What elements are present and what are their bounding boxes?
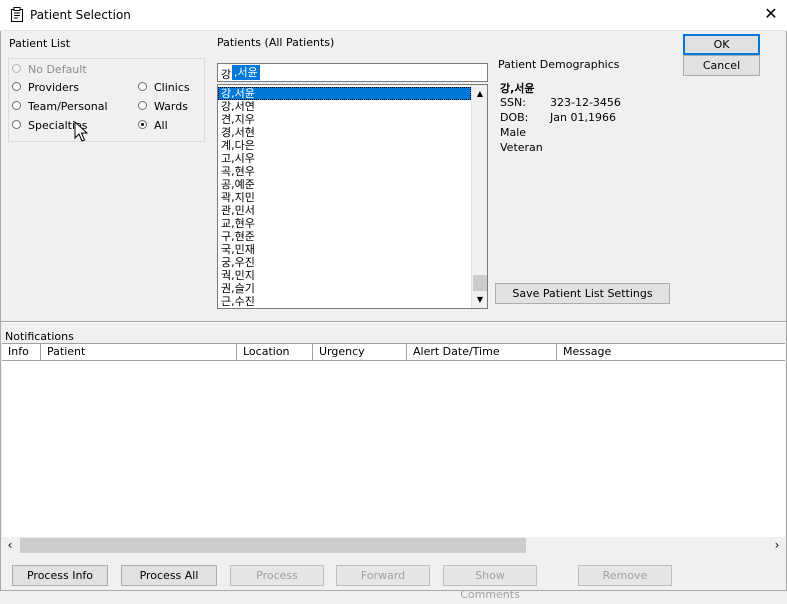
radio-circle[interactable]: [138, 101, 147, 110]
radio-circle[interactable]: [12, 82, 21, 91]
patient-list-item[interactable]: 곽,지민: [218, 191, 471, 204]
patient-name: 강,서윤: [500, 82, 535, 95]
radio-wards[interactable]: [138, 101, 147, 110]
remove-button[interactable]: Remove: [578, 565, 672, 586]
dob-label: DOB:: [500, 111, 529, 124]
column-header-location[interactable]: Location: [237, 344, 313, 361]
notifications-label: Notifications: [5, 330, 74, 343]
patient-list-item[interactable]: 관,민서: [218, 204, 471, 217]
radio-circle: [12, 64, 21, 73]
patient-list-items: 강,서윤 강,서연 견,지우 경,서현 계,다은 고,시우 곡,현우 공,예준 곽,지민 관,민서…: [218, 87, 471, 308]
save-patient-list-settings-button[interactable]: Save Patient List Settings: [495, 283, 670, 304]
radio-wards-label[interactable]: Wards: [154, 100, 188, 113]
column-header-message[interactable]: Message: [557, 344, 785, 361]
radio-no-default-label: No Default: [28, 63, 87, 76]
radio-all-label[interactable]: All: [154, 119, 168, 132]
radio-circle[interactable]: [12, 101, 21, 110]
scroll-up-icon[interactable]: ▲: [472, 85, 487, 102]
show-comments-button[interactable]: Show Comments: [443, 565, 537, 601]
ok-button[interactable]: OK: [683, 34, 760, 55]
patient-list-item[interactable]: 국,민재: [218, 243, 471, 256]
process-all-button[interactable]: Process All: [121, 565, 217, 586]
patient-list-item[interactable]: 강,서연: [218, 100, 471, 113]
sex-value: Male: [500, 126, 527, 139]
patients-label: Patients (All Patients): [217, 36, 335, 49]
patient-list-item[interactable]: 공,예준: [218, 178, 471, 191]
ssn-label: SSN:: [500, 96, 526, 109]
notifications-hscrollbar[interactable]: ‹ ›: [2, 537, 785, 554]
patient-selection-app-icon: [11, 7, 23, 22]
radio-all[interactable]: [138, 120, 147, 129]
process-button[interactable]: Process: [230, 565, 324, 586]
scroll-thumb[interactable]: [473, 275, 487, 291]
radio-no-default: [12, 64, 21, 73]
column-header-alert-date-time[interactable]: Alert Date/Time: [407, 344, 557, 361]
forward-button[interactable]: Forward: [336, 565, 430, 586]
window-title: Patient Selection: [30, 8, 131, 22]
column-header-info[interactable]: Info: [2, 344, 41, 361]
ssn-value: 323-12-3456: [550, 96, 621, 109]
patient-list-item[interactable]: 경,서현: [218, 126, 471, 139]
patient-list-item[interactable]: 계,다은: [218, 139, 471, 152]
radio-clinics[interactable]: [138, 82, 147, 91]
patient-list-item[interactable]: 강,서윤: [218, 87, 471, 100]
search-typed-text: 강: [221, 68, 232, 81]
radio-specialties[interactable]: [12, 120, 21, 129]
scroll-left-icon[interactable]: ‹: [2, 537, 18, 554]
demographics-title: Patient Demographics: [498, 58, 620, 71]
close-icon[interactable]: ✕: [762, 5, 780, 23]
search-autocomplete-selection: ,서윤: [232, 65, 260, 80]
radio-circle-checked[interactable]: [138, 120, 147, 129]
patient-list-item[interactable]: 궉,민지: [218, 269, 471, 282]
patient-list-scrollbar[interactable]: ▲ ▼: [471, 85, 487, 308]
patient-list-item[interactable]: 궁,우진: [218, 256, 471, 269]
veteran-status: Veteran: [500, 141, 543, 154]
patient-list-item[interactable]: 구,현준: [218, 230, 471, 243]
column-header-patient[interactable]: Patient: [41, 344, 237, 361]
hscroll-thumb[interactable]: [20, 538, 526, 553]
radio-circle[interactable]: [138, 82, 147, 91]
patient-list-item[interactable]: 견,지우: [218, 113, 471, 126]
patient-list-item[interactable]: 권,슬기: [218, 282, 471, 295]
radio-providers[interactable]: [12, 82, 21, 91]
patient-listbox[interactable]: 강,서윤 강,서연 견,지우 경,서현 계,다은 고,시우 곡,현우 공,예준 곽,지민 관,민서…: [217, 84, 488, 309]
radio-providers-label[interactable]: Providers: [28, 81, 79, 94]
dob-value: Jan 01,1966: [550, 111, 616, 124]
process-info-button[interactable]: Process Info: [12, 565, 108, 586]
cancel-button[interactable]: Cancel: [683, 55, 760, 76]
radio-team-personal[interactable]: [12, 101, 21, 110]
splitter[interactable]: [0, 321, 787, 323]
patient-list-item[interactable]: 교,현우: [218, 217, 471, 230]
radio-team-personal-label[interactable]: Team/Personal: [28, 100, 108, 113]
radio-clinics-label[interactable]: Clinics: [154, 81, 190, 94]
patient-list-label: Patient List: [9, 37, 71, 50]
patient-search-input[interactable]: 강 ,서윤: [217, 63, 488, 82]
patient-list-item[interactable]: 근,수진: [218, 295, 471, 308]
radio-circle[interactable]: [12, 120, 21, 129]
scroll-down-icon[interactable]: ▼: [472, 291, 487, 308]
notifications-grid[interactable]: Info Patient Location Urgency Alert Date…: [2, 343, 785, 537]
patient-list-item[interactable]: 고,시우: [218, 152, 471, 165]
scroll-right-icon[interactable]: ›: [769, 537, 785, 554]
column-header-urgency[interactable]: Urgency: [313, 344, 407, 361]
patient-list-item[interactable]: 곡,현우: [218, 165, 471, 178]
mouse-pointer-icon: [74, 121, 88, 142]
